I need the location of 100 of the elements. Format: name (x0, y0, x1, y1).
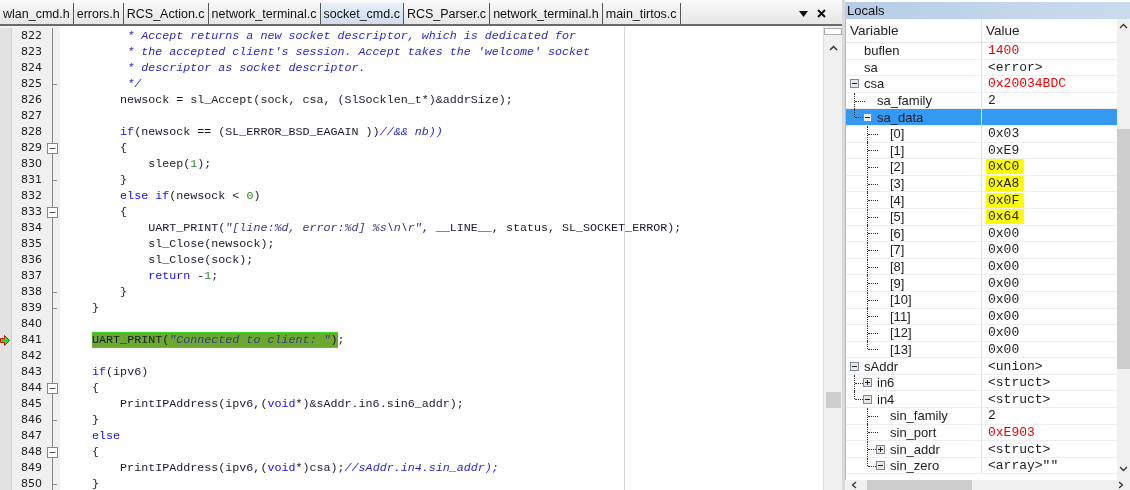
variable-value: 0x03 (987, 126, 1021, 142)
scrollbar-thumb[interactable] (825, 392, 841, 408)
scroll-right-icon[interactable] (1118, 481, 1124, 489)
code-line: else (92, 429, 121, 443)
variable-name: sin_family (890, 408, 948, 424)
file-tab[interactable]: errors.h (73, 3, 124, 24)
variable-row[interactable]: [4] 0x0F (846, 192, 1117, 209)
variable-row[interactable]: sa <error> (846, 59, 1117, 77)
variable-name: [11] (890, 308, 911, 324)
collapse-icon[interactable] (47, 382, 58, 394)
line-number: 832 (20, 188, 42, 204)
variable-row[interactable]: in4 <struct> (846, 391, 1117, 409)
collapse-icon[interactable] (850, 361, 859, 371)
column-header[interactable]: Value (982, 19, 1117, 42)
variable-row[interactable]: sin_zero <array>"" (846, 457, 1117, 475)
expand-icon[interactable] (863, 378, 872, 388)
scroll-down-icon[interactable] (1119, 466, 1128, 472)
variable-row[interactable]: [13] 0x00 (846, 341, 1117, 359)
variable-row[interactable]: sin_addr <struct> (846, 441, 1117, 458)
scroll-up-icon[interactable] (1119, 23, 1128, 29)
variable-row[interactable]: sAddr <union> (846, 358, 1117, 375)
collapse-icon[interactable] (47, 446, 58, 458)
scrollbar[interactable] (1117, 19, 1130, 480)
file-tab[interactable]: network_terminal.c (208, 3, 321, 24)
variable-name: sin_addr (890, 441, 940, 457)
file-tab[interactable]: wlan_cmd.h (0, 3, 74, 24)
variable-name: sAddr (864, 358, 898, 374)
variable-name: [1] (890, 142, 905, 158)
scrollbar[interactable] (845, 480, 1130, 490)
collapse-icon[interactable] (47, 206, 58, 218)
collapse-icon[interactable] (863, 112, 872, 122)
variable-row[interactable]: [12] 0x00 (846, 325, 1117, 342)
marker-margin[interactable] (0, 476, 12, 490)
code-line: if(newsock == (SL_ERROR_BSD_EAGAIN ))//&& nb)) (120, 125, 443, 139)
line-number: 835 (20, 236, 42, 252)
code-line: sl_Close(sock); (148, 253, 254, 267)
line-number: 845 (20, 396, 42, 412)
scrollbar-thumb[interactable] (1117, 129, 1130, 369)
file-tab[interactable]: RCS_Parser.c (403, 3, 491, 24)
marker-margin[interactable] (0, 28, 12, 44)
code-line: { (92, 381, 100, 395)
scrollbar-button[interactable] (824, 28, 842, 35)
variable-name: [9] (890, 275, 905, 291)
variable-name: buflen (864, 43, 900, 59)
line-number: 843 (20, 364, 42, 380)
variable-row[interactable]: in6 <struct> (846, 374, 1117, 392)
variable-row[interactable]: sin_family 2 (846, 408, 1117, 425)
collapse-icon[interactable] (850, 79, 859, 89)
variable-value: <union> (987, 358, 1044, 374)
variable-row[interactable]: [2] 0xC0 (846, 159, 1117, 176)
variable-row[interactable]: [9] 0x00 (846, 275, 1117, 292)
line-number: 838 (20, 284, 42, 300)
code-line: PrintIPAddress(ipv6,(void*)csa);//sAddr.in4.sin_addr); (120, 461, 499, 475)
file-tab[interactable]: main_tirtos.c (602, 3, 681, 24)
variable-value: 0x00 (987, 325, 1021, 341)
file-tab[interactable]: network_terminal.h (490, 3, 603, 24)
variable-row[interactable]: [0] 0x03 (846, 125, 1117, 143)
variable-row[interactable]: [10] 0x00 (846, 291, 1117, 309)
variable-row[interactable]: buflen 1400 (846, 43, 1117, 60)
variable-value: 0x20034BDC (987, 76, 1067, 92)
variable-name: sa_family (877, 93, 932, 109)
code-line: newsock = sl_Accept(sock, csa, (SlSocklen_t*)&addrSize); (120, 93, 513, 107)
dropdown-icon[interactable] (799, 10, 808, 17)
variable-value: 0x00 (987, 225, 1021, 241)
expand-icon[interactable] (876, 444, 885, 454)
line-number: 824 (20, 60, 42, 76)
variable-row[interactable]: [7] 0x00 (846, 242, 1117, 259)
collapse-icon[interactable] (863, 394, 872, 404)
collapse-icon[interactable] (47, 142, 58, 154)
file-tab[interactable]: socket_cmd.c (320, 3, 404, 24)
variable-row[interactable]: sa_data (846, 109, 1117, 126)
variable-row[interactable]: csa 0x20034BDC (846, 76, 1117, 93)
variable-row[interactable]: [8] 0x00 (846, 258, 1117, 276)
variable-row[interactable]: [3] 0xA8 (846, 175, 1117, 193)
variable-value: 1400 (987, 43, 1021, 59)
variable-name: [6] (890, 225, 905, 241)
code-line: } (120, 173, 128, 187)
variable-name: sa_data (877, 109, 924, 125)
code-line: UART_PRINT("[line:%d, error:%d] %s\n\r", __LINE__, status, SL_SOCKET_ERROR); (148, 221, 682, 235)
column-header[interactable]: Variable (846, 19, 982, 42)
variable-row[interactable]: sin_port 0xE903 (846, 424, 1117, 442)
variable-row[interactable]: [11] 0x00 (846, 308, 1117, 326)
close-icon[interactable] (817, 9, 826, 18)
file-tab[interactable]: RCS_Action.c (123, 3, 209, 24)
line-number: 826 (20, 92, 42, 108)
line-number: 841 (20, 332, 42, 348)
variable-name: [5] (890, 209, 905, 225)
variable-row[interactable]: [6] 0x00 (846, 225, 1117, 243)
scroll-up-icon[interactable] (828, 45, 838, 51)
panel-title: Locals (847, 3, 885, 18)
variable-name: sin_port (890, 424, 937, 440)
scrollbar-thumb[interactable] (867, 480, 972, 490)
scroll-left-icon[interactable] (851, 481, 857, 489)
variable-name: [13] (890, 342, 912, 357)
line-number: 834 (20, 220, 42, 236)
variable-name: [10] (890, 292, 912, 308)
code-line: * Accept returns a new socket descriptor, which is dedicated for (127, 29, 576, 43)
collapse-icon[interactable] (876, 461, 885, 471)
scrollbar[interactable] (823, 26, 842, 490)
variable-row[interactable]: [5] 0x64 (846, 208, 1117, 226)
